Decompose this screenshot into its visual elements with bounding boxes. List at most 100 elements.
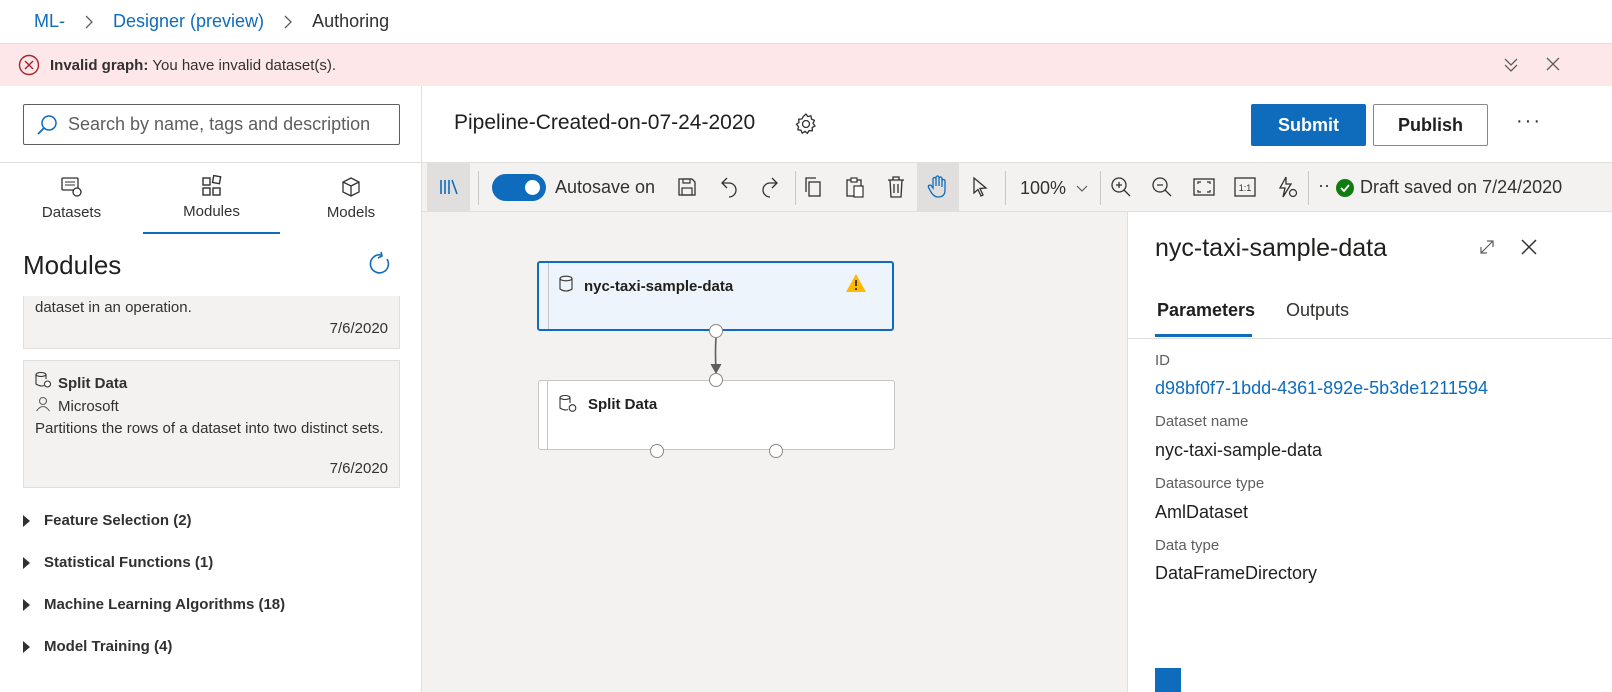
category-label: Machine Learning Algorithms (18) — [44, 596, 286, 613]
expand-banner-icon[interactable] — [1503, 57, 1519, 73]
node-title: Split Data — [588, 396, 658, 413]
banner-message: You have invalid dataset(s). — [152, 56, 337, 74]
datasets-icon — [60, 176, 84, 204]
category-model-training[interactable]: Model Training (4) — [23, 638, 172, 655]
delete-button[interactable] — [879, 163, 913, 211]
tab-outputs[interactable]: Outputs — [1286, 300, 1349, 321]
breadcrumb-designer-link[interactable]: Designer (preview) — [113, 11, 264, 32]
module-description: dataset in an operation. — [35, 299, 192, 316]
search-input[interactable]: Search by name, tags and description — [23, 104, 400, 145]
publish-button[interactable]: Publish — [1373, 104, 1488, 146]
hand-icon — [927, 175, 949, 199]
breadcrumb: ML- Designer (preview) Authoring — [0, 0, 1612, 44]
pointer-icon — [971, 176, 989, 198]
module-card[interactable]: dataset in an operation. 7/6/2020 — [23, 296, 400, 349]
category-label: Feature Selection (2) — [44, 512, 192, 529]
field-label-dataset-name: Dataset name — [1155, 413, 1249, 430]
field-label-data-type: Data type — [1155, 537, 1220, 554]
auto-layout-button[interactable] — [1270, 163, 1304, 211]
check-circle-icon — [1336, 178, 1354, 197]
dataset-id-link[interactable]: d98bf0f7-1bdd-4361-892e-5b3de1211594 — [1155, 378, 1488, 399]
palette-tabs: Datasets Modules Models — [0, 162, 421, 234]
autosave-label: Autosave on — [555, 177, 656, 197]
paste-button[interactable] — [838, 163, 872, 211]
save-button[interactable] — [670, 163, 704, 211]
canvas-toolbar: Autosave on 100% 1:1 ·· Draft saved on 7… — [422, 162, 1612, 212]
category-ml-algorithms[interactable]: Machine Learning Algorithms (18) — [23, 596, 285, 613]
field-value-datasource-type: AmlDataset — [1155, 502, 1249, 522]
pipeline-canvas[interactable]: nyc-taxi-sample-data Split Data — [422, 212, 1128, 692]
chevron-down-icon — [1076, 185, 1088, 193]
input-port[interactable] — [709, 373, 723, 387]
module-card-split-data[interactable]: Split Data Microsoft Partitions the rows… — [23, 360, 400, 488]
actual-size-button[interactable]: 1:1 — [1228, 163, 1262, 211]
output-port-right[interactable] — [769, 444, 783, 458]
tab-label: Datasets — [41, 204, 102, 221]
search-placeholder: Search by name, tags and description — [68, 114, 371, 134]
properties-panel: nyc-taxi-sample-data Parameters Outputs … — [1127, 212, 1612, 692]
node-nyc-taxi-sample-data[interactable]: nyc-taxi-sample-data — [537, 261, 894, 331]
category-label: Model Training (4) — [44, 638, 173, 655]
redo-button[interactable] — [753, 163, 787, 211]
pan-tool-button[interactable] — [917, 163, 959, 211]
more-options-button[interactable]: ··· — [1516, 110, 1542, 133]
module-date: 7/6/2020 — [329, 320, 388, 337]
copy-button[interactable] — [796, 163, 830, 211]
tab-models[interactable]: Models — [300, 163, 402, 234]
breadcrumb-workspace-link[interactable]: ML- — [34, 11, 65, 32]
tab-datasets[interactable]: Datasets — [20, 163, 123, 234]
draft-status-text: Draft saved on 7/24/2020 — [1360, 177, 1563, 197]
category-feature-selection[interactable]: Feature Selection (2) — [23, 512, 192, 529]
search-icon — [36, 114, 58, 136]
autosave-toggle[interactable] — [492, 174, 546, 201]
field-label-id: ID — [1155, 352, 1170, 369]
zoom-out-button[interactable] — [1145, 163, 1179, 211]
error-banner: Invalid graph: You have invalid dataset(… — [0, 44, 1612, 86]
close-icon[interactable] — [1520, 238, 1538, 256]
copy-icon — [803, 176, 823, 198]
output-port-left[interactable] — [650, 444, 664, 458]
field-value-dataset-name: nyc-taxi-sample-data — [1155, 440, 1323, 460]
zoom-in-icon — [1110, 176, 1132, 198]
zoom-out-icon — [1151, 176, 1173, 198]
tab-parameters[interactable]: Parameters — [1157, 300, 1255, 321]
node-split-data[interactable]: Split Data — [538, 380, 895, 450]
output-port[interactable] — [709, 324, 723, 338]
actual-size-icon: 1:1 — [1234, 177, 1256, 197]
caret-right-icon — [23, 640, 30, 653]
pipeline-title[interactable]: Pipeline-Created-on-07-24-2020 — [454, 111, 755, 135]
caret-right-icon — [23, 598, 30, 611]
tab-modules[interactable]: Modules — [143, 163, 280, 234]
submit-button[interactable]: Submit — [1251, 104, 1366, 146]
fit-to-screen-button[interactable] — [1187, 163, 1221, 211]
dismiss-banner-icon[interactable] — [1546, 57, 1560, 71]
module-description: Partitions the rows of a dataset into tw… — [35, 420, 384, 437]
chevron-right-icon — [284, 15, 292, 29]
zoom-in-button[interactable] — [1104, 163, 1138, 211]
refresh-icon[interactable] — [366, 251, 392, 277]
gear-icon[interactable] — [794, 112, 818, 136]
toggle-palette-button[interactable] — [427, 163, 470, 211]
toolbar-overflow-button[interactable]: ·· — [1318, 175, 1330, 196]
tab-label: Modules — [183, 203, 240, 220]
module-title: Split Data — [58, 375, 128, 392]
undo-button[interactable] — [712, 163, 746, 211]
panel-button[interactable] — [1155, 668, 1181, 692]
breadcrumb-current: Authoring — [312, 11, 390, 31]
module-icon — [34, 371, 52, 389]
expand-icon[interactable] — [1478, 238, 1496, 256]
module-palette: Search by name, tags and description Dat… — [0, 86, 422, 692]
undo-icon — [719, 176, 739, 198]
modules-icon — [201, 175, 223, 203]
select-tool-button[interactable] — [963, 163, 997, 211]
zoom-dropdown[interactable]: 100% — [1020, 178, 1088, 199]
banner-title: Invalid graph: — [50, 56, 149, 74]
module-date: 7/6/2020 — [329, 460, 388, 477]
paste-icon — [845, 176, 865, 198]
module-author: Microsoft — [58, 398, 119, 415]
draft-status: Draft saved on 7/24/2020 — [1336, 177, 1562, 198]
category-statistical-functions[interactable]: Statistical Functions (1) — [23, 554, 213, 571]
panel-title: nyc-taxi-sample-data — [1155, 234, 1388, 262]
lightning-icon — [1276, 176, 1298, 198]
node-title: nyc-taxi-sample-data — [584, 278, 734, 295]
